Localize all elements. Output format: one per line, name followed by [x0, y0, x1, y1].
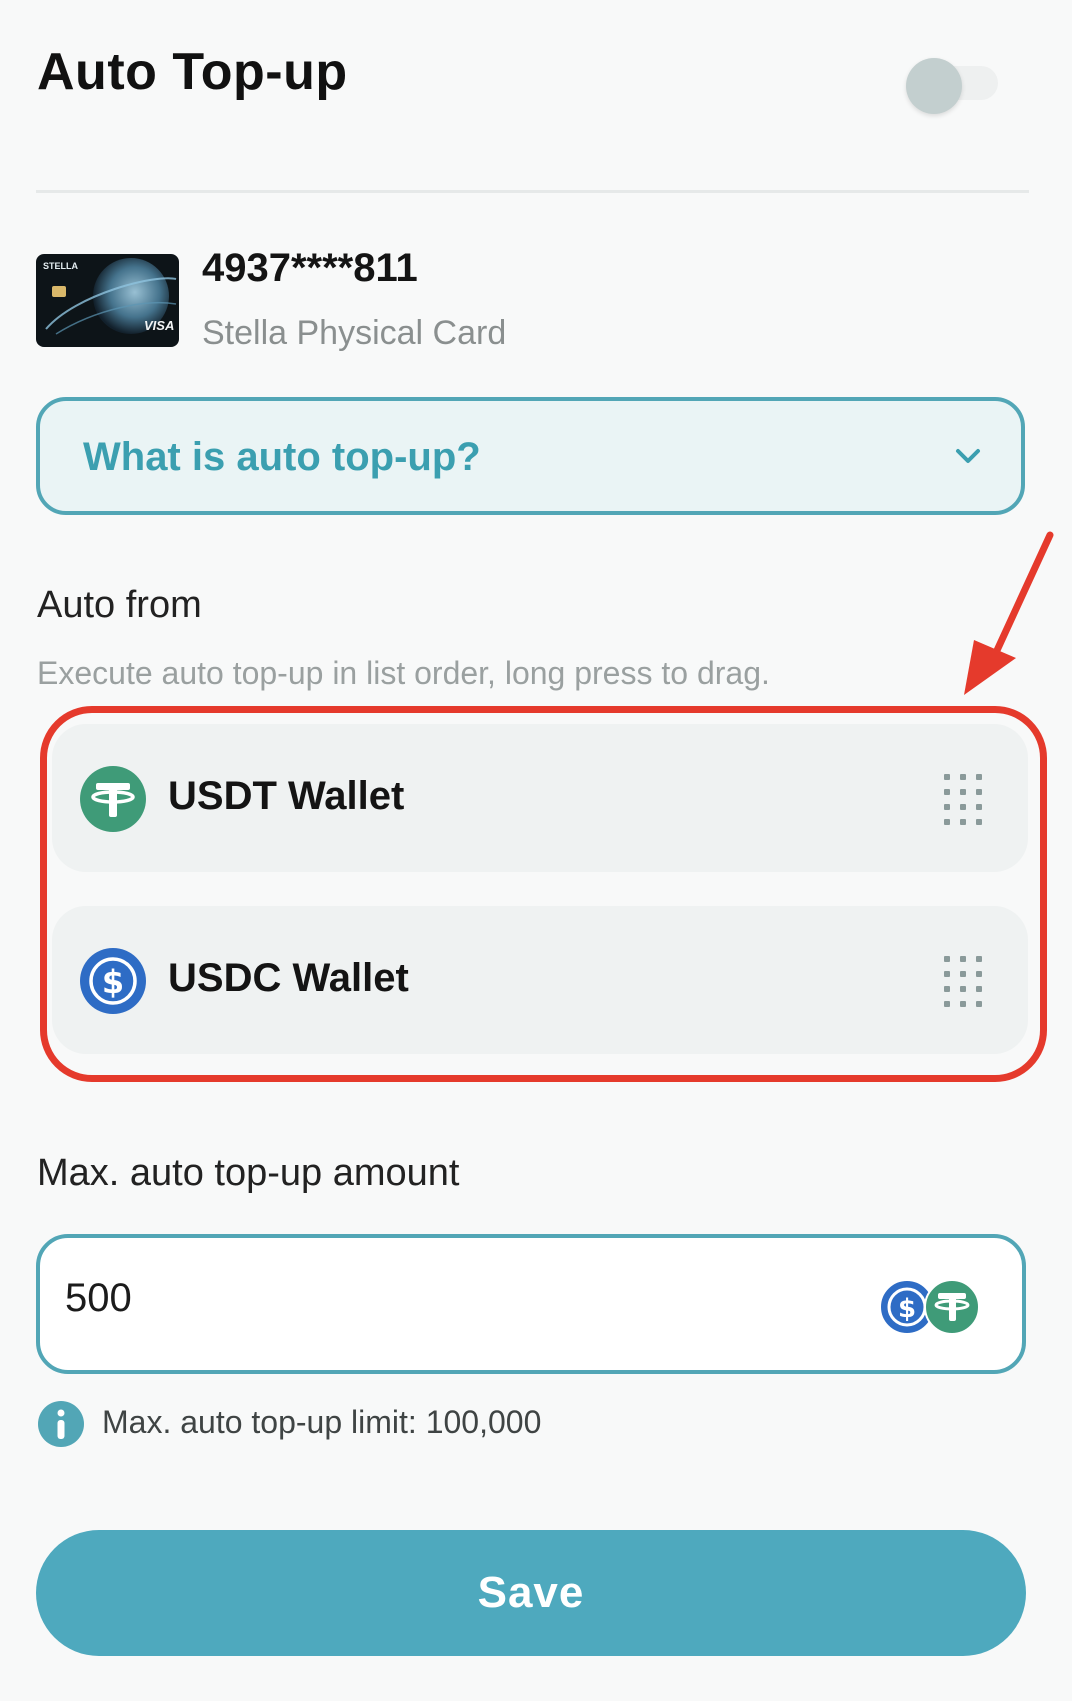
faq-label: What is auto top-up? [83, 435, 481, 479]
chevron-down-icon [953, 443, 983, 469]
card-image: STELLA VISA [36, 254, 179, 347]
max-limit-text: Max. auto top-up limit: 100,000 [102, 1404, 542, 1440]
drag-handle-icon[interactable] [942, 954, 984, 1010]
svg-text:$: $ [102, 963, 124, 1001]
max-amount-title: Max. auto top-up amount [37, 1152, 460, 1194]
info-icon [37, 1400, 85, 1448]
wallet-item-usdc[interactable]: $ USDC Wallet [52, 906, 1028, 1054]
card-name: Stella Physical Card [202, 314, 507, 352]
auto-from-title: Auto from [37, 584, 202, 626]
wallet-label: USDT Wallet [168, 774, 405, 818]
max-amount-input[interactable] [65, 1276, 765, 1321]
card-brand-text: STELLA [43, 261, 78, 271]
toggle-knob [906, 58, 962, 114]
wallet-label: USDC Wallet [168, 956, 409, 1000]
header-divider [36, 190, 1029, 193]
auto-topup-toggle[interactable] [906, 58, 998, 114]
auto-from-hint: Execute auto top-up in list order, long … [37, 655, 770, 691]
max-amount-field[interactable]: $ [36, 1234, 1026, 1374]
svg-text:$: $ [898, 1294, 916, 1324]
wallet-item-usdt[interactable]: USDT Wallet [52, 724, 1028, 872]
faq-accordion[interactable]: What is auto top-up? [36, 397, 1025, 515]
usdt-icon [80, 766, 146, 832]
drag-handle-icon[interactable] [942, 772, 984, 828]
coin-pair-icon: $ [878, 1278, 982, 1336]
save-button[interactable]: Save [36, 1530, 1026, 1656]
card-network-text: VISA [144, 318, 174, 333]
arrow-annotation-icon [960, 530, 1060, 700]
card-number: 4937****811 [202, 246, 418, 290]
usdc-icon: $ [80, 948, 146, 1014]
page-title: Auto Top-up [37, 43, 348, 101]
